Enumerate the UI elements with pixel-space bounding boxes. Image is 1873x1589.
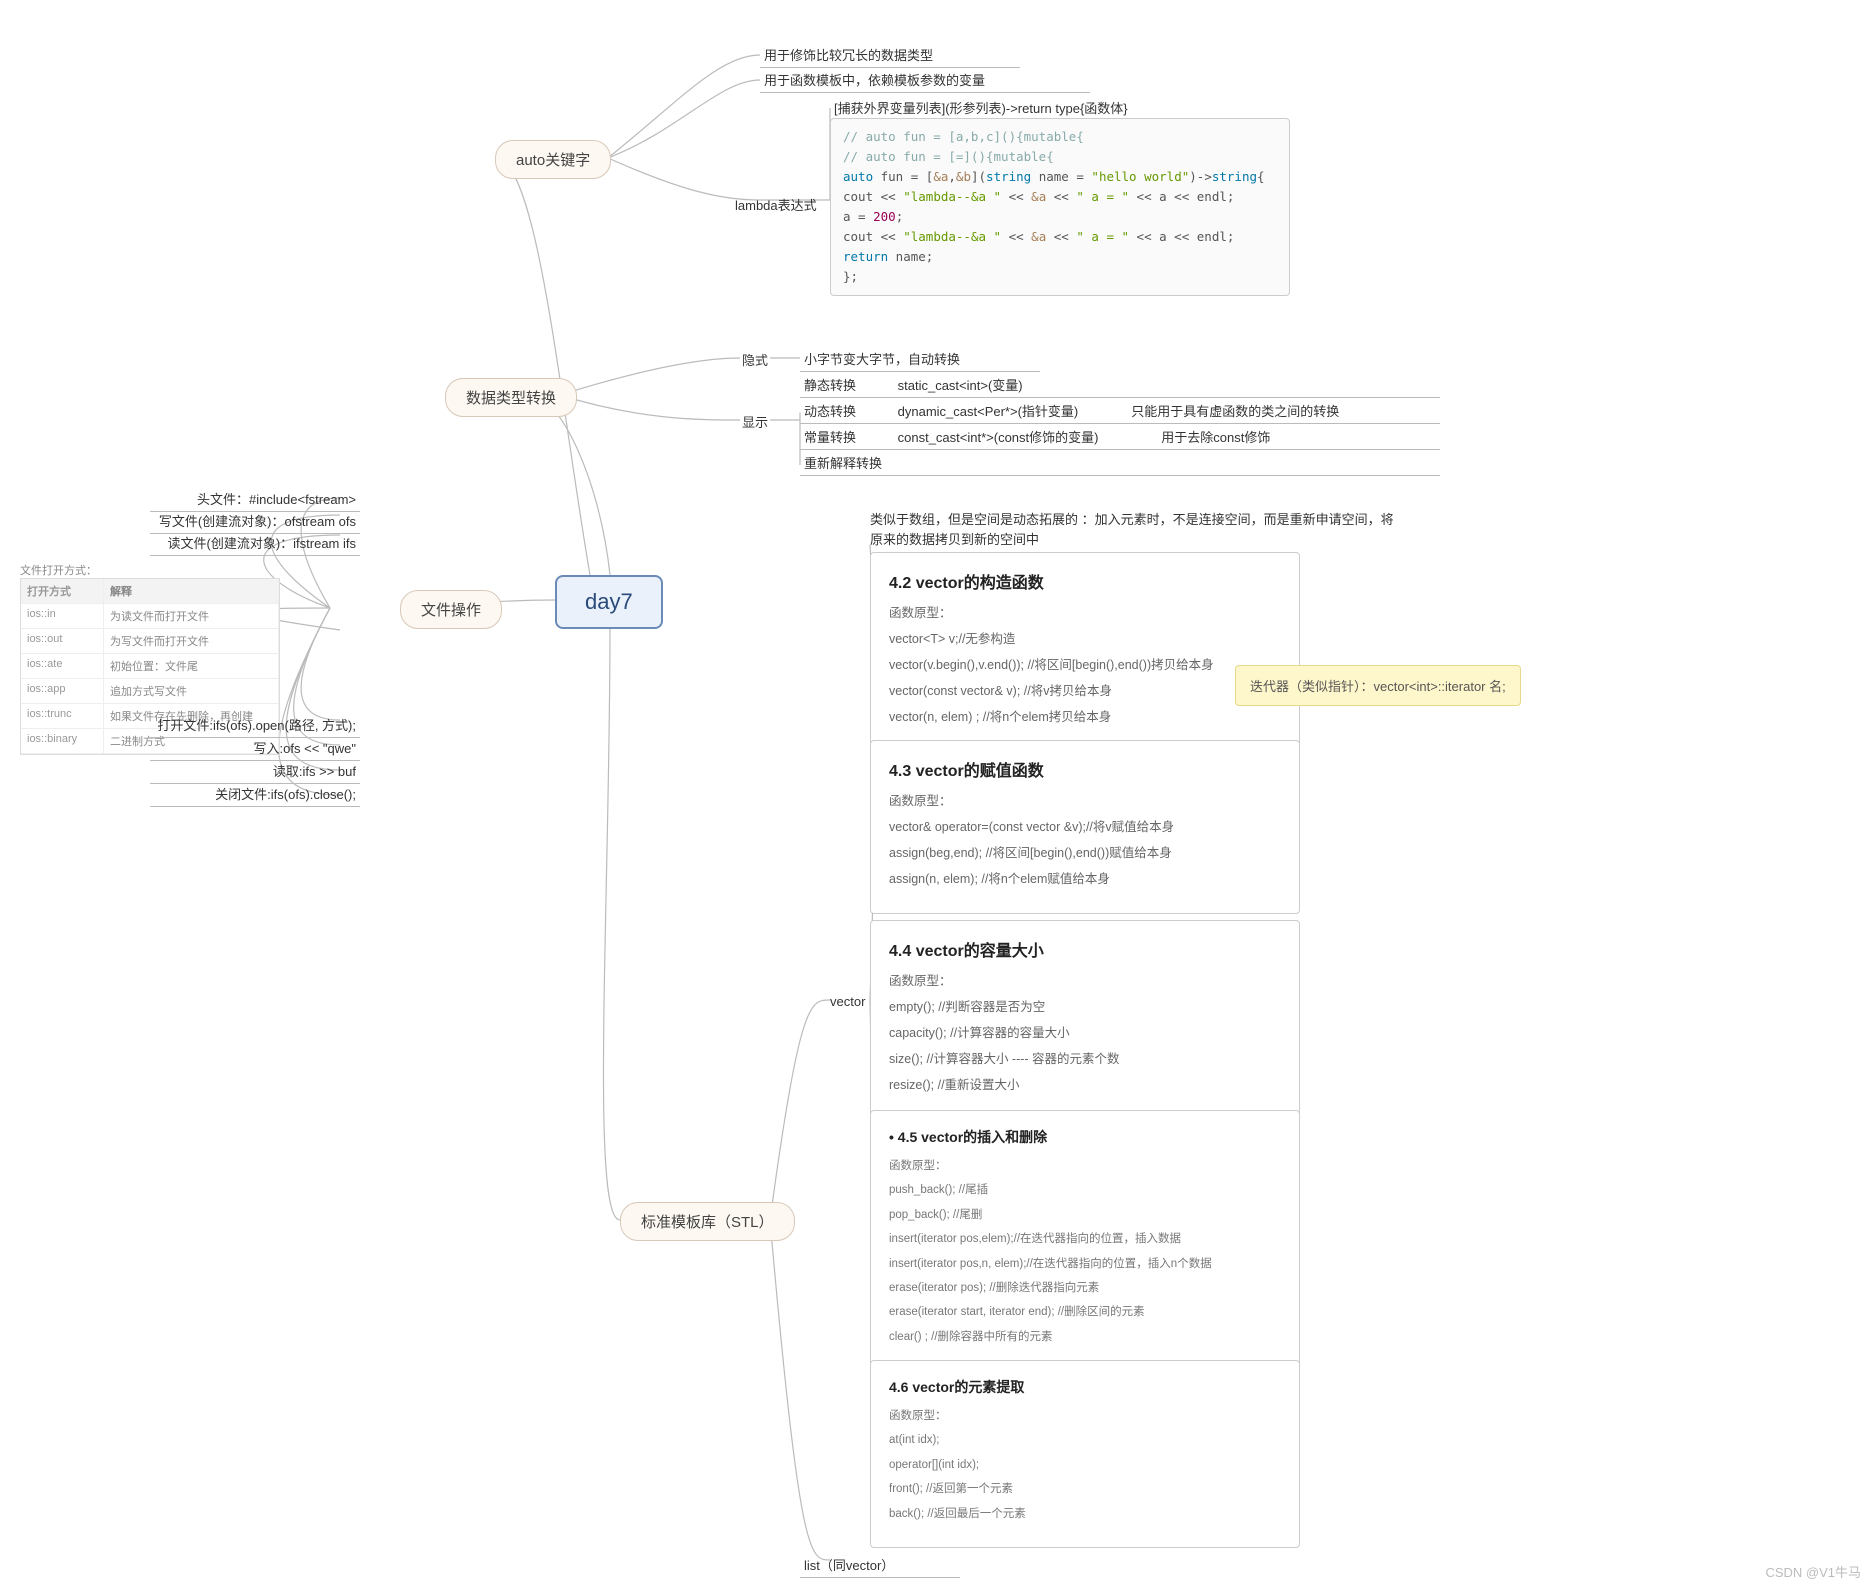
node-file-ops[interactable]: 文件操作 [400, 590, 502, 629]
iterator-callout: 迭代器（类似指针）：vector<int>::iterator 名; [1235, 665, 1521, 706]
card-45: • 4.5 vector的插入和删除 函数原型： push_back(); //… [870, 1110, 1300, 1371]
node-stl[interactable]: 标准模板库（STL） [620, 1202, 795, 1241]
row-dynamic: 动态转换 dynamic_cast<Per*>(指针变量) 只能用于具有虚函数的… [800, 398, 1440, 424]
row-static: 静态转换 static_cast<int>(变量) [800, 372, 1440, 398]
lambda-code: // auto fun = [a,b,c](){mutable{ // auto… [830, 118, 1290, 296]
table-row: ios::ate初始位置：文件尾 [21, 654, 279, 679]
list-label: list（同vector） [800, 1552, 960, 1578]
root-node-day7[interactable]: day7 [555, 575, 663, 629]
card-44: 4.4 vector的容量大小 函数原型： empty(); //判断容器是否为… [870, 920, 1300, 1120]
auto-line2: 用于函数模板中，依赖模板参数的变量 [760, 67, 1090, 93]
watermark: CSDN @V1牛马 [1765, 1562, 1861, 1581]
card-42: 4.2 vector的构造函数 函数原型： vector<T> v;//无参构造… [870, 552, 1300, 752]
file-close: 关闭文件:ifs(ofs).close(); [150, 781, 360, 807]
explicit-label: 显示 [742, 412, 768, 431]
vector-label: vector [830, 994, 865, 1009]
table-row: ios::app追加方式写文件 [21, 679, 279, 704]
implicit-text: 小字节变大字节，自动转换 [800, 346, 1040, 372]
card-43: 4.3 vector的赋值函数 函数原型： vector& operator=(… [870, 740, 1300, 914]
node-type-conversion[interactable]: 数据类型转换 [445, 378, 577, 417]
implicit-label: 隐式 [742, 350, 768, 369]
file-read-obj: 读文件(创建流对象)：ifstream ifs [150, 530, 360, 556]
table-row: ios::out为写文件而打开文件 [21, 629, 279, 654]
file-table-title: 文件打开方式： [20, 562, 97, 578]
explicit-rows: 静态转换 static_cast<int>(变量) 动态转换 dynamic_c… [800, 372, 1440, 476]
auto-line1: 用于修饰比较冗长的数据类型 [760, 42, 1020, 68]
vector-intro: 类似于数组，但是空间是动态拓展的 ：加入元素时，不是连接空间，而是重新申请空间，… [870, 510, 1400, 549]
table-row: ios::in为读文件而打开文件 [21, 604, 279, 629]
root-title: day7 [585, 589, 633, 614]
row-reinterpret: 重新解释转换 [800, 450, 1440, 476]
node-auto-keyword[interactable]: auto关键字 [495, 140, 611, 179]
lambda-label: lambda表达式 [735, 195, 817, 214]
card-46: 4.6 vector的元素提取 函数原型： at(int idx); opera… [870, 1360, 1300, 1548]
row-const: 常量转换 const_cast<int*>(const修饰的变量) 用于去除co… [800, 424, 1440, 450]
